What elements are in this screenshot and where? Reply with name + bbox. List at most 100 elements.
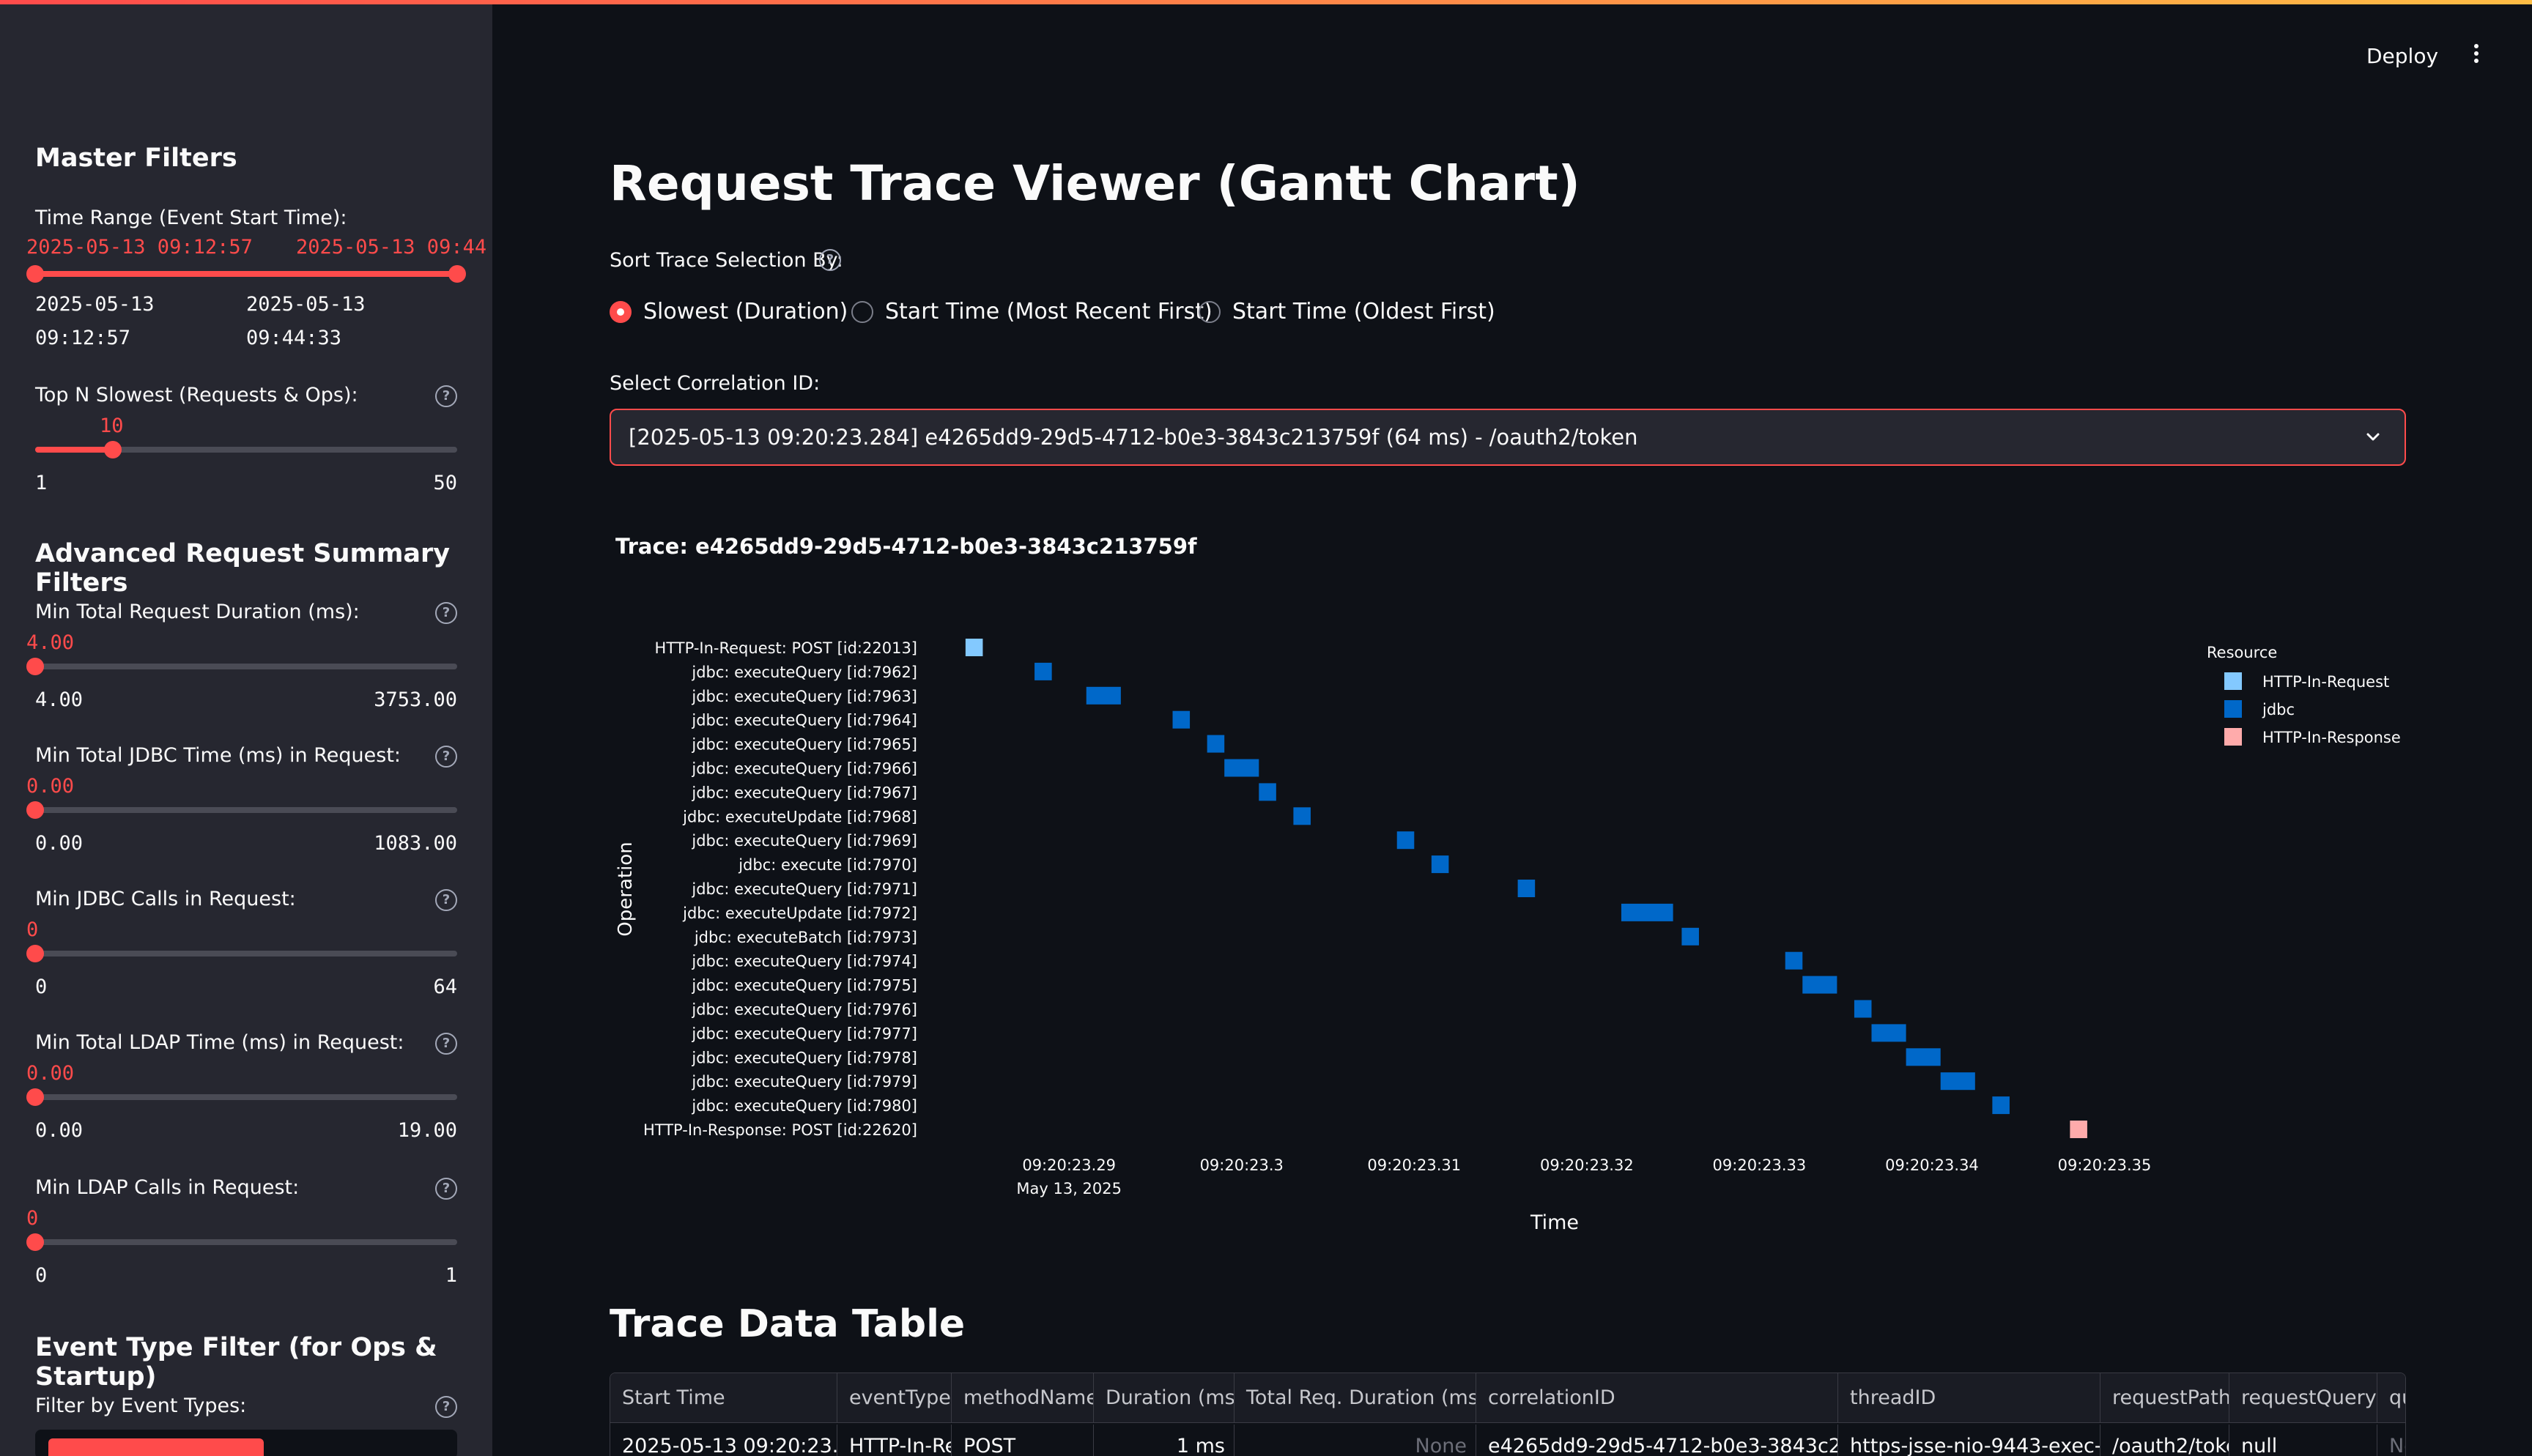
min-req-duration-min: 4.00 (35, 688, 84, 711)
gantt-bar[interactable] (1517, 880, 1536, 897)
page-title: Request Trace Viewer (Gantt Chart) (610, 155, 1580, 212)
min-jdbc-time-slider-thumb[interactable] (26, 801, 44, 819)
min-ldap-time-min: 0.00 (35, 1119, 84, 1142)
gantt-bar[interactable] (1293, 807, 1311, 825)
min-jdbc-time-help-icon[interactable]: ? (435, 746, 457, 768)
gantt-bar[interactable] (1207, 735, 1225, 753)
top-n-help-icon[interactable]: ? (435, 385, 457, 407)
min-ldap-calls-slider-thumb[interactable] (26, 1233, 44, 1251)
gantt-bar[interactable] (2070, 1121, 2087, 1138)
table-cell[interactable]: 1 ms (1094, 1425, 1234, 1456)
gantt-bar[interactable] (1802, 976, 1837, 994)
time-range-label: Time Range (Event Start Time): (35, 207, 347, 229)
gantt-bar[interactable] (1992, 1096, 2010, 1115)
table-cell[interactable]: No (2377, 1425, 2405, 1456)
gantt-bar[interactable] (1259, 783, 1276, 801)
sort-help-icon[interactable]: ? (819, 249, 841, 271)
table-header-cell[interactable]: Total Req. Duration (ms) (1234, 1373, 1476, 1423)
time-range-slider-track[interactable] (35, 271, 457, 277)
gantt-bar[interactable] (965, 639, 983, 656)
table-header-cell[interactable]: Duration (ms) (1094, 1373, 1234, 1423)
min-req-duration-label: Min Total Request Duration (ms): (35, 601, 360, 623)
table-header-cell[interactable]: eventType (837, 1373, 952, 1423)
event-type-chip[interactable] (48, 1438, 264, 1456)
sort-option-recent-first[interactable]: Start Time (Most Recent First) (851, 299, 1213, 324)
gantt-bar[interactable] (1871, 1024, 1906, 1042)
min-jdbc-time-slider-track[interactable] (35, 807, 457, 813)
gantt-bar[interactable] (1224, 759, 1259, 777)
top-n-slider-fill (35, 447, 113, 453)
table-header-cell[interactable]: methodName (952, 1373, 1094, 1423)
time-range-min-time: 09:12:57 (35, 327, 131, 349)
min-req-duration-slider-track[interactable] (35, 664, 457, 669)
gantt-bar[interactable] (1172, 710, 1191, 729)
time-range-start-thumb[interactable] (26, 265, 44, 283)
min-req-duration-help-icon[interactable]: ? (435, 602, 457, 624)
table-cell[interactable]: null (2229, 1425, 2377, 1456)
legend-swatch (2224, 728, 2242, 746)
min-ldap-calls-min: 0 (35, 1264, 48, 1287)
gantt-bar[interactable] (1034, 662, 1052, 680)
min-ldap-calls-help-icon[interactable]: ? (435, 1178, 457, 1200)
top-n-slider-thumb[interactable] (104, 441, 122, 458)
gantt-bar[interactable] (1785, 951, 1803, 970)
gantt-bar[interactable] (1854, 1000, 1872, 1018)
sidebar: Master Filters Time Range (Event Start T… (0, 0, 492, 1456)
radio-empty-icon (1199, 300, 1221, 323)
gantt-bar[interactable] (1086, 686, 1121, 705)
min-ldap-time-slider-thumb[interactable] (26, 1088, 44, 1106)
legend-swatch (2224, 700, 2242, 718)
table-header-cell[interactable]: correlationID (1476, 1373, 1838, 1423)
gantt-bar[interactable] (1940, 1072, 1975, 1091)
gantt-bar[interactable] (1396, 831, 1415, 850)
table-cell[interactable]: 2025-05-13 09:20:23.284 (610, 1425, 837, 1456)
min-jdbc-calls-slider-track[interactable] (35, 951, 457, 957)
table-header-cell[interactable]: requestPath (2100, 1373, 2229, 1423)
sort-option-label: Slowest (Duration) (643, 299, 848, 324)
min-ldap-calls-slider-track[interactable] (35, 1239, 457, 1245)
gantt-bar[interactable] (1621, 903, 1673, 921)
min-jdbc-time-label: Min Total JDBC Time (ms) in Request: (35, 744, 401, 767)
min-ldap-time-help-icon[interactable]: ? (435, 1033, 457, 1055)
x-tick-label: 09:20:23.29 (1022, 1156, 1116, 1174)
sort-option-label: Start Time (Most Recent First) (885, 299, 1213, 324)
min-req-duration-slider-thumb[interactable] (26, 658, 44, 675)
table-cell[interactable]: e4265dd9-29d5-4712-b0e3-3843c213759f (1476, 1425, 1838, 1456)
operation-label: jdbc: executeQuery [id:7974] (691, 953, 917, 970)
gantt-bar[interactable] (1681, 927, 1699, 946)
table-header-cell[interactable]: requestQuery (2229, 1373, 2377, 1423)
table-cell[interactable]: None (1234, 1425, 1476, 1456)
x-tick-label: 09:20:23.35 (2058, 1156, 2152, 1174)
filter-by-event-help-icon[interactable]: ? (435, 1396, 457, 1418)
min-ldap-calls-max: 1 (445, 1264, 457, 1287)
operation-label: jdbc: executeQuery [id:7978] (691, 1049, 917, 1066)
kebab-menu-icon[interactable] (2469, 41, 2484, 70)
gantt-bar[interactable] (1431, 855, 1449, 874)
table-header-cell[interactable]: Start Time (610, 1373, 837, 1423)
sort-option-oldest-first[interactable]: Start Time (Oldest First) (1199, 299, 1495, 324)
table-header-cell[interactable]: threadID (1838, 1373, 2100, 1423)
deploy-button[interactable]: Deploy (2359, 41, 2446, 71)
min-ldap-time-label: Min Total LDAP Time (ms) in Request: (35, 1031, 404, 1054)
correlation-id-select[interactable]: [2025-05-13 09:20:23.284] e4265dd9-29d5-… (610, 409, 2406, 466)
table-cell[interactable]: POST (952, 1425, 1094, 1456)
time-range-max-date: 2025-05-13 (246, 293, 366, 316)
table-cell[interactable]: HTTP-In-Request (837, 1425, 952, 1456)
time-range-end-thumb[interactable] (448, 265, 466, 283)
event-type-multiselect[interactable] (35, 1430, 457, 1456)
min-jdbc-calls-slider-thumb[interactable] (26, 945, 44, 962)
trace-data-table[interactable]: Start Time eventType methodName Duration (m… (610, 1373, 2406, 1456)
operation-label: jdbc: executeQuery [id:7969] (691, 832, 917, 850)
gantt-bar[interactable] (1906, 1048, 1941, 1066)
table-cell[interactable]: https-jsse-nio-9443-exec-83 (1838, 1425, 2100, 1456)
min-jdbc-calls-help-icon[interactable]: ? (435, 889, 457, 911)
min-ldap-time-slider-track[interactable] (35, 1094, 457, 1100)
min-ldap-calls-label: Min LDAP Calls in Request: (35, 1176, 300, 1199)
sort-option-slowest[interactable]: Slowest (Duration) (610, 299, 848, 324)
min-jdbc-time-max: 1083.00 (374, 832, 457, 855)
x-tick-label: 09:20:23.3 (1200, 1156, 1284, 1174)
min-ldap-time-max: 19.00 (397, 1119, 457, 1142)
table-cell[interactable]: /oauth2/token (2100, 1425, 2229, 1456)
table-header-cell[interactable]: qu (2377, 1373, 2405, 1423)
top-n-slider-track[interactable] (35, 447, 457, 453)
